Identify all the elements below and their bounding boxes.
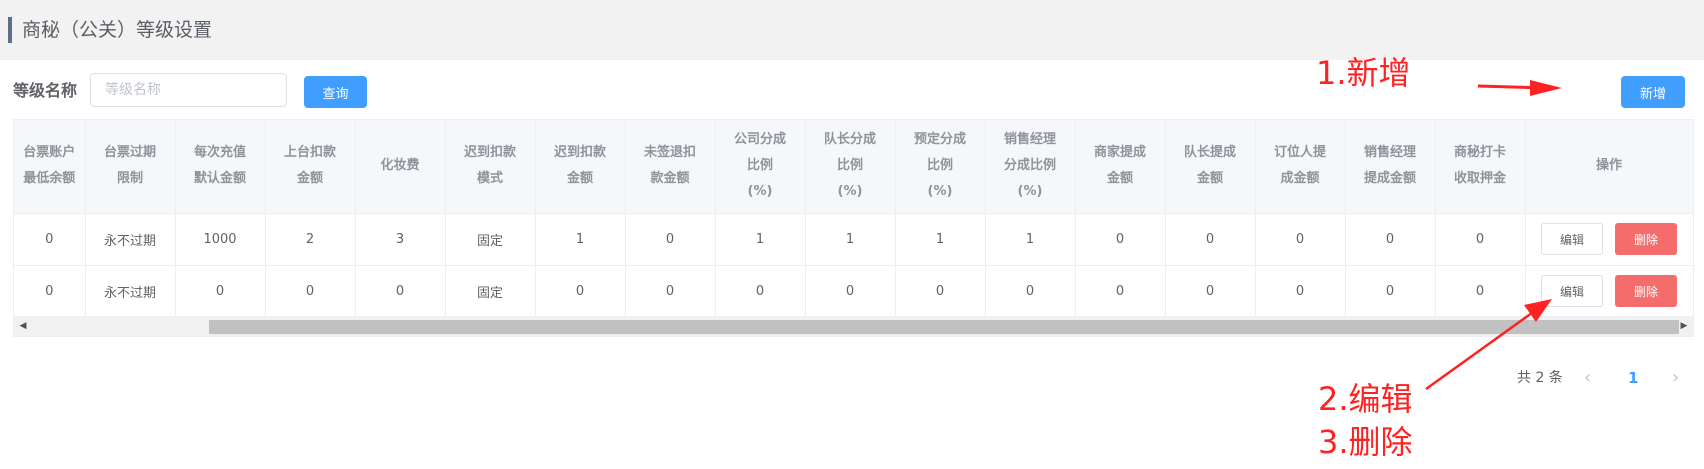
column-header: 台票账户 最低余额 [14,120,86,214]
column-header: 公司分成 比例 (%) [715,120,806,214]
table-cell: 0 [355,265,446,318]
table-cell: 0 [535,265,626,318]
table-cell: 0 [1165,213,1256,266]
page-title: 商秘（公关）等级设置 [22,19,213,41]
column-header: 迟到扣款 金额 [535,120,626,214]
column-header: 预定分成 比例 (%) [895,120,986,214]
column-header: 销售经理 提成金额 [1345,120,1436,214]
delete-button[interactable]: 删除 [1615,223,1677,255]
table-cell: 固定 [445,265,536,318]
table-cell: 固定 [445,213,536,266]
level-table-grid: 台票账户 最低余额 台票过期 限制 每次充值 默认金额 上台扣款 金额 化妆费 迟到扣款 模式 迟到扣… [14,120,1693,318]
table-cell-actions: 编辑 删除 [1525,213,1693,266]
level-name-label: 等级名称 [13,81,78,100]
table-cell: 1 [895,213,986,266]
table-cell: 0 [1435,265,1526,318]
annotation-edit: 2.编辑 [1318,380,1413,418]
horizontal-scrollbar[interactable]: ◀ ▶ [14,316,1693,336]
table-cell: 0 [895,265,986,318]
query-button[interactable]: 查询 [304,76,367,108]
scroll-right-icon[interactable]: ▶ [1677,317,1691,336]
scrollbar-thumb[interactable] [209,320,1679,334]
table-cell: 1000 [175,213,266,266]
table-cell: 0 [14,213,86,266]
table-cell: 3 [355,213,446,266]
column-header: 上台扣款 金额 [265,120,356,214]
table-cell: 0 [265,265,356,318]
annotation-delete: 3.删除 [1318,423,1413,461]
table-cell: 0 [625,213,716,266]
next-page-icon[interactable]: › [1672,364,1679,392]
table-cell: 1 [805,213,896,266]
pagination-total: 共 2 条 [1517,370,1563,386]
table-cell: 0 [1075,265,1166,318]
table-cell: 1 [715,213,806,266]
column-header: 商家提成 金额 [1075,120,1166,214]
table-cell: 0 [1255,213,1346,266]
table-cell: 0 [14,265,86,318]
table-cell: 0 [175,265,266,318]
annotation-add: 1.新增 [1316,54,1411,92]
page-number-1[interactable]: 1 [1628,364,1638,392]
table-cell: 0 [1165,265,1256,318]
table-header-row: 台票账户 最低余额 台票过期 限制 每次充值 默认金额 上台扣款 金额 化妆费 迟到扣款 模式 迟到扣… [14,120,1693,214]
table-cell: 0 [985,265,1076,318]
table-cell: 0 [1255,265,1346,318]
level-name-input[interactable] [90,73,287,107]
column-header: 未签退扣 款金额 [625,120,716,214]
table-row: 0 永不过期 0 0 0 固定 0 0 0 0 0 0 0 0 0 0 0 编辑 删除 [14,265,1693,318]
column-header: 队长提成 金额 [1165,120,1256,214]
table-cell: 2 [265,213,356,266]
table-cell: 0 [1435,213,1526,266]
table-cell: 0 [625,265,716,318]
column-header: 台票过期 限制 [85,120,176,214]
table-cell-actions: 编辑 删除 [1525,265,1693,318]
level-table: 台票账户 最低余额 台票过期 限制 每次充值 默认金额 上台扣款 金额 化妆费 迟到扣款 模式 迟到扣… [13,119,1694,337]
column-header: 订位人提 成金额 [1255,120,1346,214]
column-header: 销售经理 分成比例 (%) [985,120,1076,214]
table-cell: 0 [1075,213,1166,266]
table-cell: 0 [1345,213,1436,266]
table-cell: 1 [535,213,626,266]
edit-button[interactable]: 编辑 [1541,223,1603,255]
edit-button[interactable]: 编辑 [1541,275,1603,307]
column-header: 操作 [1525,120,1693,214]
column-header: 迟到扣款 模式 [445,120,536,214]
table-cell: 0 [715,265,806,318]
page-header: 商秘（公关）等级设置 [0,0,1704,60]
table-cell: 1 [985,213,1076,266]
scroll-left-icon[interactable]: ◀ [16,317,30,336]
arrow-to-add-icon [1477,80,1562,96]
column-header: 商秘打卡 收取押金 [1435,120,1526,214]
column-header: 队长分成 比例 (%) [805,120,896,214]
prev-page-icon[interactable]: ‹ [1584,364,1591,392]
title-accent-bar [8,17,12,43]
table-cell: 永不过期 [85,265,176,318]
column-header: 化妆费 [355,120,446,214]
add-button[interactable]: 新增 [1621,76,1685,108]
table-row: 0 永不过期 1000 2 3 固定 1 0 1 1 1 1 0 0 0 0 0 编辑 删除 [14,213,1693,266]
table-cell: 0 [805,265,896,318]
table-cell: 0 [1345,265,1436,318]
table-cell: 永不过期 [85,213,176,266]
delete-button[interactable]: 删除 [1615,275,1677,307]
column-header: 每次充值 默认金额 [175,120,266,214]
